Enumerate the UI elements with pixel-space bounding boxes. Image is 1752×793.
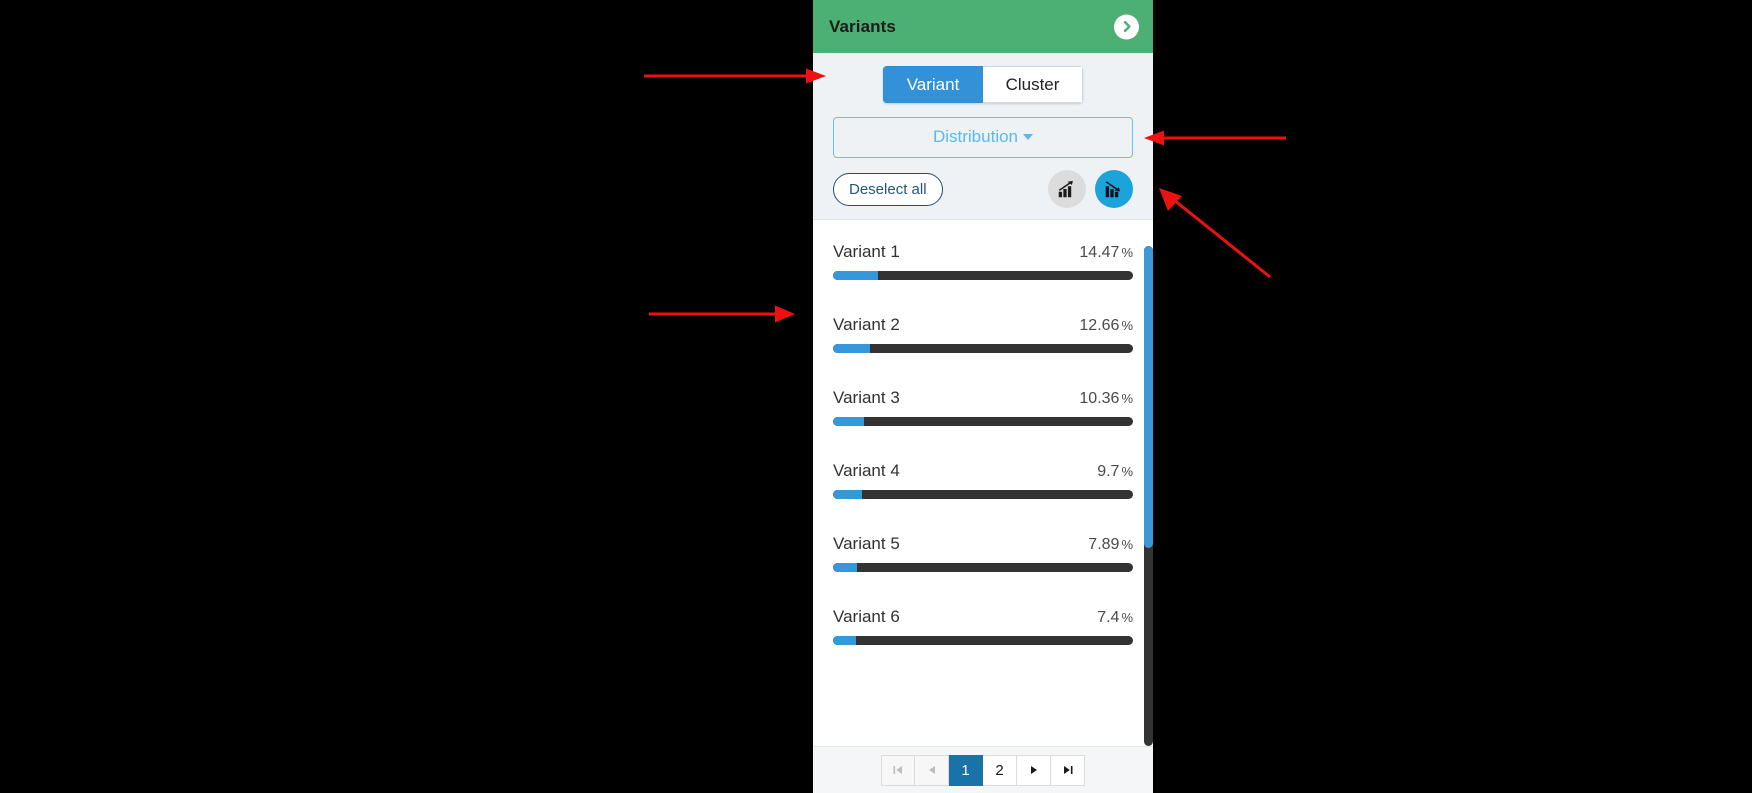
list-item-header: Variant 3 10.36%	[833, 388, 1133, 408]
list-item-bar-fill	[833, 271, 879, 280]
list-item-value: 14.47%	[1079, 244, 1133, 261]
list-item-header: Variant 6 7.4%	[833, 607, 1133, 627]
deselect-all-button[interactable]: Deselect all	[833, 172, 943, 206]
list-item-bar-fill	[833, 417, 864, 426]
page-2-button[interactable]: 2	[983, 754, 1017, 786]
panel-toolbar: Variant Cluster Distribution Deselect al…	[813, 53, 1153, 220]
page-next-icon[interactable]	[1017, 754, 1051, 786]
sort-descending-glyph	[1105, 181, 1120, 198]
tab-variant[interactable]: Variant	[883, 66, 983, 103]
list-item-value: 12.66%	[1079, 317, 1133, 334]
screenshot-root: Variants Variant Cluster Distribution De…	[0, 0, 1752, 793]
page-last-glyph	[1063, 766, 1072, 774]
list-item[interactable]: Variant 1 14.47%	[813, 242, 1153, 280]
list-item-header: Variant 2 12.66%	[833, 315, 1133, 335]
chevron-right-glyph	[1123, 20, 1131, 33]
variant-list-inner: Variant 1 14.47% Variant 2 12.66% Varian…	[813, 220, 1153, 645]
tab-cluster[interactable]: Cluster	[983, 66, 1083, 103]
distribution-dropdown-label: Distribution	[932, 127, 1019, 146]
list-item-label: Variant 3	[833, 388, 900, 407]
list-item-label: Variant 4	[833, 461, 900, 480]
annotation-arrow-to-sort-descending	[1159, 188, 1271, 279]
page-prev-glyph	[928, 766, 935, 774]
toolbar-actions-row: Deselect all	[813, 158, 1153, 208]
distribution-dropdown[interactable]: Distribution	[833, 117, 1133, 158]
panel-footer: 1 2	[813, 746, 1153, 793]
list-scrollbar[interactable]	[1144, 220, 1153, 746]
caret-down-icon	[1023, 134, 1034, 140]
page-1-button[interactable]: 1	[949, 754, 983, 786]
list-item-bar-track	[833, 271, 1133, 280]
list-item-bar-track	[833, 563, 1133, 572]
distribution-dropdown-wrap: Distribution	[813, 103, 1153, 158]
list-item[interactable]: Variant 3 10.36%	[813, 388, 1153, 426]
annotation-arrow-to-variant-list	[649, 305, 795, 323]
list-item-bar-track	[833, 636, 1133, 645]
list-item-bar-fill	[833, 563, 858, 572]
panel-title: Variants	[829, 16, 896, 36]
list-item-bar-fill	[833, 344, 870, 353]
list-item-bar-track	[833, 344, 1133, 353]
list-item-value: 7.4%	[1097, 609, 1133, 626]
variant-list[interactable]: Variant 1 14.47% Variant 2 12.66% Varian…	[813, 220, 1153, 746]
list-item-bar-fill	[833, 490, 863, 499]
pagination: 1 2	[881, 754, 1085, 786]
list-item-label: Variant 1	[833, 242, 900, 261]
list-item-label: Variant 6	[833, 607, 900, 626]
page-first-icon[interactable]	[881, 754, 915, 786]
annotation-arrow-to-distribution	[1144, 130, 1286, 146]
list-item-value: 10.36%	[1079, 390, 1133, 407]
list-item-header: Variant 1 14.47%	[833, 242, 1133, 262]
list-item-bar-track	[833, 417, 1133, 426]
page-prev-icon[interactable]	[915, 754, 949, 786]
list-item[interactable]: Variant 4 9.7%	[813, 461, 1153, 499]
chevron-right-circle-icon[interactable]	[1114, 14, 1139, 39]
sort-ascending-glyph	[1058, 180, 1073, 198]
page-next-glyph	[1030, 766, 1037, 774]
sort-descending-icon[interactable]	[1095, 170, 1133, 208]
panel-header: Variants	[813, 0, 1153, 53]
list-item-label: Variant 5	[833, 534, 900, 553]
list-item-header: Variant 5 7.89%	[833, 534, 1133, 554]
list-item-bar-track	[833, 490, 1133, 499]
list-item-label: Variant 2	[833, 315, 900, 334]
page-first-glyph	[893, 766, 902, 774]
variants-panel: Variants Variant Cluster Distribution De…	[813, 0, 1153, 793]
list-item[interactable]: Variant 6 7.4%	[813, 607, 1153, 645]
annotation-arrow-to-variant-tab	[644, 68, 826, 84]
sort-button-group	[1048, 170, 1133, 208]
list-item-value: 7.89%	[1088, 536, 1133, 553]
list-item-header: Variant 4 9.7%	[833, 461, 1133, 481]
mode-segmented-control: Variant Cluster	[813, 66, 1153, 103]
list-item-value: 9.7%	[1097, 463, 1133, 480]
list-item-bar-fill	[833, 636, 857, 645]
sort-ascending-icon[interactable]	[1048, 170, 1086, 208]
scrollbar-thumb[interactable]	[1144, 246, 1153, 548]
list-item[interactable]: Variant 2 12.66%	[813, 315, 1153, 353]
page-last-icon[interactable]	[1051, 754, 1085, 786]
list-item[interactable]: Variant 5 7.89%	[813, 534, 1153, 572]
